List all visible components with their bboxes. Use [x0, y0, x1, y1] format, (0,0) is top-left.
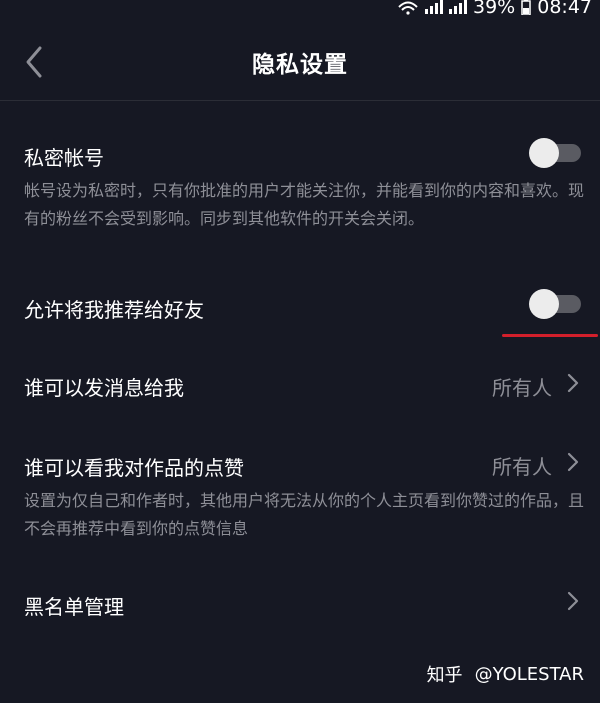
- private-account-label: 私密帐号: [24, 146, 104, 170]
- chevron-right-icon[interactable]: [566, 372, 580, 394]
- status-icons: [397, 0, 467, 15]
- recommend-friends-label: 允许将我推荐给好友: [24, 298, 204, 322]
- recommend-friends-toggle[interactable]: [529, 289, 581, 319]
- who-can-view-likes-description: 设置为仅自己和作者时，其他用户将无法从你的个人主页看到你赞过的作品，且不会再推荐…: [24, 491, 585, 538]
- chevron-right-icon[interactable]: [566, 451, 580, 473]
- clock: 08:47: [537, 0, 592, 18]
- watermark-user: @YOLESTAR: [474, 663, 584, 685]
- who-can-view-likes-label[interactable]: 谁可以看我对作品的点赞: [24, 452, 244, 481]
- watermark: 知乎 @YOLESTAR: [427, 661, 584, 687]
- status-right: 39% 08:47: [397, 0, 592, 18]
- header: 隐私设置: [0, 18, 600, 101]
- signal-2g-icon: [425, 0, 443, 14]
- highlight-underline: [502, 334, 598, 337]
- watermark-site: 知乎: [426, 665, 463, 686]
- toggle-knob: [529, 289, 559, 319]
- private-account-toggle[interactable]: [529, 138, 581, 168]
- wifi-icon: [398, 1, 418, 15]
- battery-percent: 39%: [473, 0, 516, 18]
- chevron-right-icon[interactable]: [566, 590, 580, 612]
- blacklist-label[interactable]: 黑名单管理: [24, 591, 124, 620]
- private-account-description: 帐号设为私密时，只有你批准的用户才能关注你，并能看到你的内容和喜欢。现有的粉丝不…: [24, 181, 585, 228]
- page-title: 隐私设置: [252, 52, 348, 78]
- status-bar: 39% 08:47: [0, 0, 600, 18]
- who-can-view-likes-value[interactable]: 所有人: [492, 451, 552, 480]
- signal-4g-icon: [449, 0, 467, 14]
- toggle-knob: [529, 138, 559, 168]
- who-can-message-value[interactable]: 所有人: [492, 372, 552, 401]
- battery-icon: [521, 0, 531, 15]
- who-can-message-label[interactable]: 谁可以发消息给我: [24, 372, 184, 401]
